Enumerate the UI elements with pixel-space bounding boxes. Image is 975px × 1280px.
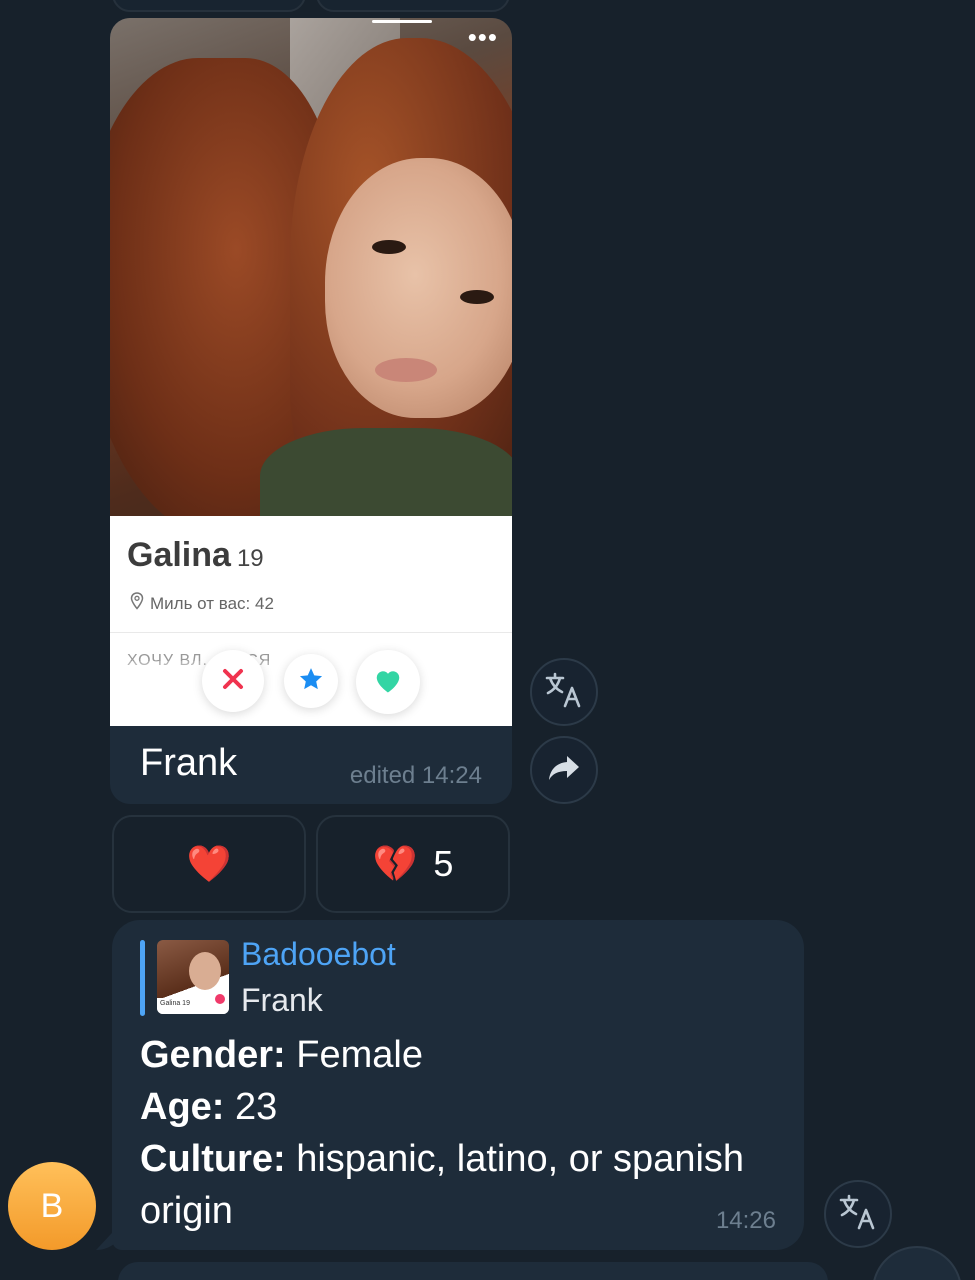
- translate-icon: [544, 672, 584, 713]
- chat-screen: ••• Galina19 Миль от вас: 42 ХОЧУ ВЛ... …: [0, 0, 975, 1280]
- translate-icon: [838, 1194, 878, 1235]
- age-line: Age: 23: [140, 1086, 277, 1129]
- age-value: 23: [235, 1086, 278, 1128]
- culture-label: Culture:: [140, 1138, 286, 1180]
- quote-text: Frank: [241, 982, 323, 1018]
- message-time: 14:26: [715, 1207, 776, 1234]
- reaction-button-prev[interactable]: [112, 0, 306, 12]
- photo-progress-indicator: [372, 20, 432, 23]
- gender-value: Female: [296, 1034, 423, 1076]
- dislike-button[interactable]: [202, 650, 264, 712]
- gender-line: Gender: Female: [140, 1034, 423, 1077]
- reaction-button-prev[interactable]: [316, 0, 510, 12]
- profile-card: Galina19 Миль от вас: 42 ХОЧУ ВЛ... ТЬСЯ: [110, 516, 512, 726]
- scroll-down-button[interactable]: [872, 1246, 962, 1280]
- profile-age: 19: [236, 545, 264, 572]
- super-like-button[interactable]: [284, 654, 338, 708]
- photo-detail: [375, 358, 437, 382]
- divider: [110, 632, 512, 633]
- photo-detail: [372, 240, 406, 254]
- thumb-name: Galina 19: [160, 1000, 190, 1007]
- reaction-button-heart[interactable]: ❤️: [112, 815, 306, 913]
- culture-value: hispanic, latino, or spanish: [296, 1138, 745, 1180]
- gender-label: Gender:: [140, 1034, 286, 1076]
- next-message[interactable]: [118, 1262, 828, 1280]
- heart-emoji: ❤️: [186, 843, 232, 884]
- message-edited-time: edited 14:24: [349, 762, 482, 789]
- heart-icon: [373, 666, 403, 699]
- profile-name: Galina 19: [127, 536, 264, 575]
- reaction-button-broken-heart[interactable]: 💔 5: [316, 815, 510, 913]
- share-icon: [547, 754, 581, 787]
- message-caption: Frank: [140, 742, 238, 784]
- thumb-detail: [189, 952, 221, 990]
- reaction-count: 5: [433, 843, 454, 884]
- culture-line: Culture: hispanic, latino, or spanish: [140, 1138, 744, 1181]
- photo-detail: [260, 428, 512, 518]
- location-pin-icon: [130, 592, 144, 615]
- like-button[interactable]: [356, 650, 420, 714]
- profile-location: Миль от вас: 42: [130, 592, 274, 615]
- translate-button[interactable]: [824, 1180, 892, 1248]
- photo-message[interactable]: ••• Galina19 Миль от вас: 42 ХОЧУ ВЛ... …: [110, 18, 512, 804]
- star-icon: [298, 666, 324, 697]
- profile-photo[interactable]: •••: [110, 18, 512, 518]
- profile-name-text: Galina: [127, 536, 231, 574]
- thumb-detail: [215, 994, 225, 1004]
- age-label: Age:: [140, 1086, 225, 1128]
- share-button[interactable]: [530, 736, 598, 804]
- photo-detail: [460, 290, 494, 304]
- culture-line-2: origin: [140, 1190, 233, 1232]
- location-text: Миль от вас: 42: [150, 593, 274, 613]
- bot-reply-message[interactable]: Galina 19 Badooebot Frank Gender: Female…: [112, 920, 804, 1250]
- quote-sender[interactable]: Badooebot: [241, 936, 396, 973]
- translate-button[interactable]: [530, 658, 598, 726]
- avatar-initial: B: [40, 1186, 64, 1225]
- avatar[interactable]: B: [8, 1162, 96, 1250]
- close-icon: [221, 667, 245, 696]
- quote-bar: [140, 940, 145, 1016]
- quote-thumbnail[interactable]: Galina 19: [157, 940, 229, 1014]
- broken-heart-emoji: 💔: [372, 843, 418, 884]
- more-icon[interactable]: •••: [468, 22, 498, 53]
